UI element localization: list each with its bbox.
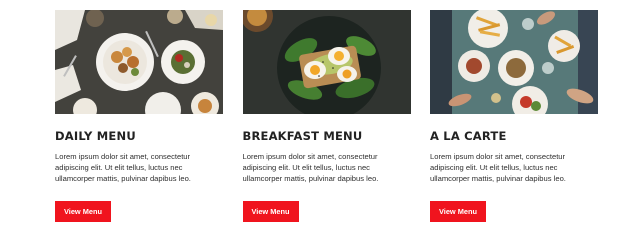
shared-dishes-table-photo [430, 10, 598, 114]
card-description: Lorem ipsum dolor sit amet, consectetur … [430, 152, 566, 183]
menu-card-daily: DAILY MENU Lorem ipsum dolor sit amet, c… [55, 10, 223, 222]
menu-cards-row: DAILY MENU Lorem ipsum dolor sit amet, c… [55, 10, 598, 222]
card-title: DAILY MENU [55, 129, 136, 143]
menu-card-breakfast: BREAKFAST MENU Lorem ipsum dolor sit ame… [242, 10, 411, 222]
card-description: Lorem ipsum dolor sit amet, consectetur … [55, 152, 191, 183]
dinner-table-plates-photo [55, 10, 223, 114]
view-menu-button[interactable]: View Menu [430, 201, 486, 222]
card-title: A LA CARTE [430, 129, 507, 143]
card-description: Lorem ipsum dolor sit amet, consectetur … [242, 152, 379, 183]
view-menu-button[interactable]: View Menu [55, 201, 111, 222]
egg-avocado-toast-photo [242, 10, 411, 114]
card-title: BREAKFAST MENU [242, 129, 363, 143]
view-menu-button[interactable]: View Menu [242, 201, 299, 222]
menu-card-a-la-carte: A LA CARTE Lorem ipsum dolor sit amet, c… [430, 10, 598, 222]
